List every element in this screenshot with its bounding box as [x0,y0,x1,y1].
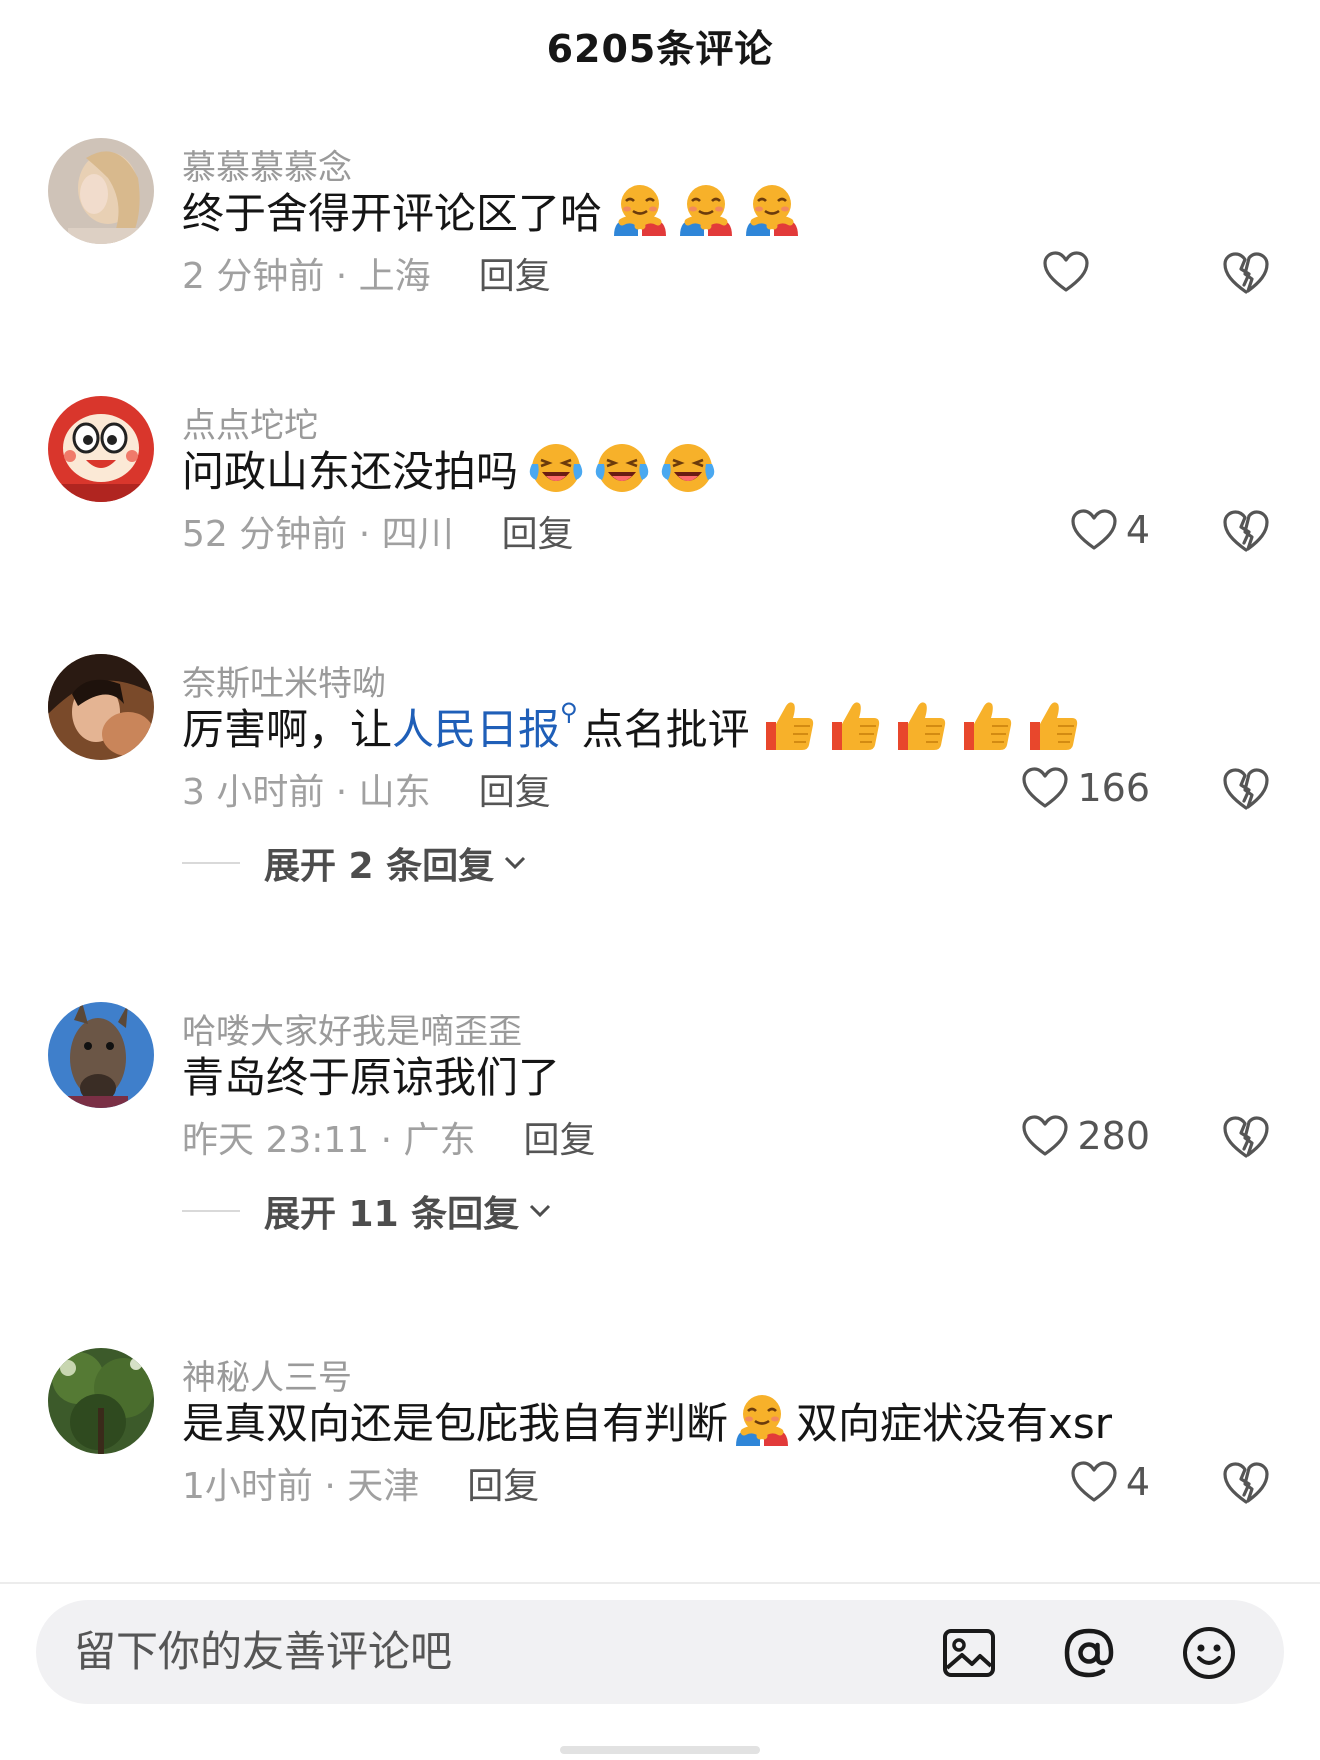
reply-button[interactable]: 回复 [502,505,574,557]
expand-replies-label: 展开 11 条回复 [264,1194,520,1235]
time-location: 52 分钟前 · 四川 [182,514,454,555]
reply-button[interactable]: 回复 [479,247,551,299]
time-location: 1小时前 · 天津 [182,1466,420,1507]
home-indicator [560,1746,760,1754]
avatar[interactable] [48,1348,154,1454]
avatar[interactable] [48,396,154,502]
dislike-button[interactable] [1222,766,1270,812]
emoji-icon[interactable] [1180,1624,1238,1682]
dislike-button[interactable] [1222,508,1270,554]
like-button[interactable]: 280 [1021,1106,1150,1166]
comment-actions [920,242,1320,302]
comment-text: 青岛终于原谅我们了 [182,1044,560,1104]
heart-icon [1021,766,1069,810]
comment-actions: 166 [920,758,1320,818]
comment-actions: 4 [920,1452,1320,1512]
like-button[interactable]: 4 [1070,1452,1150,1512]
dislike-button[interactable] [1222,250,1270,296]
like-count: 166 [1077,766,1150,810]
comment-text: 问政山东还没拍吗 [182,438,716,498]
topic-link[interactable]: 人民日报 [392,696,560,757]
hug-emoji [612,182,668,238]
comment-meta: 1小时前 · 天津 回复 [182,1458,539,1508]
broken-heart-icon [1222,1460,1270,1506]
comment-text-before: 厉害啊，让 [182,704,393,754]
comment-count-title: 6205条评论 [546,26,774,71]
heart-icon [1070,1460,1118,1504]
heart-icon [1021,1114,1069,1158]
thumbs-up-emoji [760,698,816,754]
dislike-button[interactable] [1222,1114,1270,1160]
comment-meta: 昨天 23:11 · 广东 回复 [182,1112,596,1162]
comment-text: 厉害啊，让 人民日报 ⚲ 点名批评 [182,696,1080,756]
comment-text: 是真双向还是包庇我自有判断 双向症状没有xsr [182,1390,1112,1450]
thumbs-up-emoji [958,698,1014,754]
avatar[interactable] [48,1002,154,1108]
comment-text-before: 是真双向还是包庇我自有判断 [182,1398,729,1448]
chevron-down-icon [505,856,526,870]
avatar[interactable] [48,654,154,760]
divider [0,1582,1320,1584]
broken-heart-icon [1222,1114,1270,1160]
reply-button[interactable]: 回复 [479,763,551,815]
like-count: 4 [1125,508,1150,552]
comment-text-after: 双向症状没有xsr [796,1398,1113,1448]
broken-heart-icon [1222,766,1270,812]
heart-icon [1070,508,1118,552]
heart-icon [1042,250,1090,294]
comment-meta: 3 小时前 · 山东 回复 [182,764,551,814]
time-location: 2 分钟前 · 上海 [182,256,431,297]
time-location: 3 小时前 · 山东 [182,772,431,813]
reply-button[interactable]: 回复 [524,1111,596,1163]
comment-meta: 52 分钟前 · 四川 回复 [182,506,574,556]
time-location: 昨天 23:11 · 广东 [182,1120,476,1161]
reply-button[interactable]: 回复 [467,1457,539,1509]
expand-replies-label: 展开 2 条回复 [264,846,495,887]
like-count: 280 [1077,1114,1150,1158]
comment-actions: 280 [920,1106,1320,1166]
laugh-cry-emoji [660,440,716,496]
hug-emoji [678,182,734,238]
comment-input-placeholder[interactable]: 留下你的友善评论吧 [74,1600,452,1704]
comment-meta: 2 分钟前 · 上海 回复 [182,248,551,298]
like-button[interactable] [1042,242,1098,302]
search-icon[interactable]: ⚲ [560,698,578,726]
avatar[interactable] [48,138,154,244]
like-button[interactable]: 166 [1021,758,1150,818]
comment-text: 终于舍得开评论区了哈 [182,180,800,240]
thumbs-up-emoji [892,698,948,754]
chevron-down-icon [530,1204,551,1218]
comment-actions: 4 [920,500,1320,560]
hug-emoji [734,1392,790,1448]
comment-text-body: 青岛终于原谅我们了 [182,1052,561,1102]
comment-text-body: 终于舍得开评论区了哈 [182,188,603,238]
broken-heart-icon [1222,508,1270,554]
thumbs-up-emoji [1024,698,1080,754]
divider-line [182,862,240,864]
laugh-cry-emoji [528,440,584,496]
dislike-button[interactable] [1222,1460,1270,1506]
thumbs-up-emoji [826,698,882,754]
at-icon[interactable] [1060,1624,1118,1682]
expand-replies-button[interactable]: 展开 2 条回复 [182,836,526,890]
like-count: 4 [1125,1460,1150,1504]
comments-header: 6205条评论 [0,0,1320,90]
like-button[interactable]: 4 [1070,500,1150,560]
image-icon[interactable] [940,1624,998,1682]
comment-text-after: 点名批评 [581,704,750,754]
expand-replies-button[interactable]: 展开 11 条回复 [182,1184,551,1238]
broken-heart-icon [1222,250,1270,296]
divider-line [182,1210,240,1212]
hug-emoji [744,182,800,238]
comment-input-bar[interactable]: 留下你的友善评论吧 [36,1600,1284,1704]
laugh-cry-emoji [594,440,650,496]
comment-text-body: 问政山东还没拍吗 [182,446,519,496]
